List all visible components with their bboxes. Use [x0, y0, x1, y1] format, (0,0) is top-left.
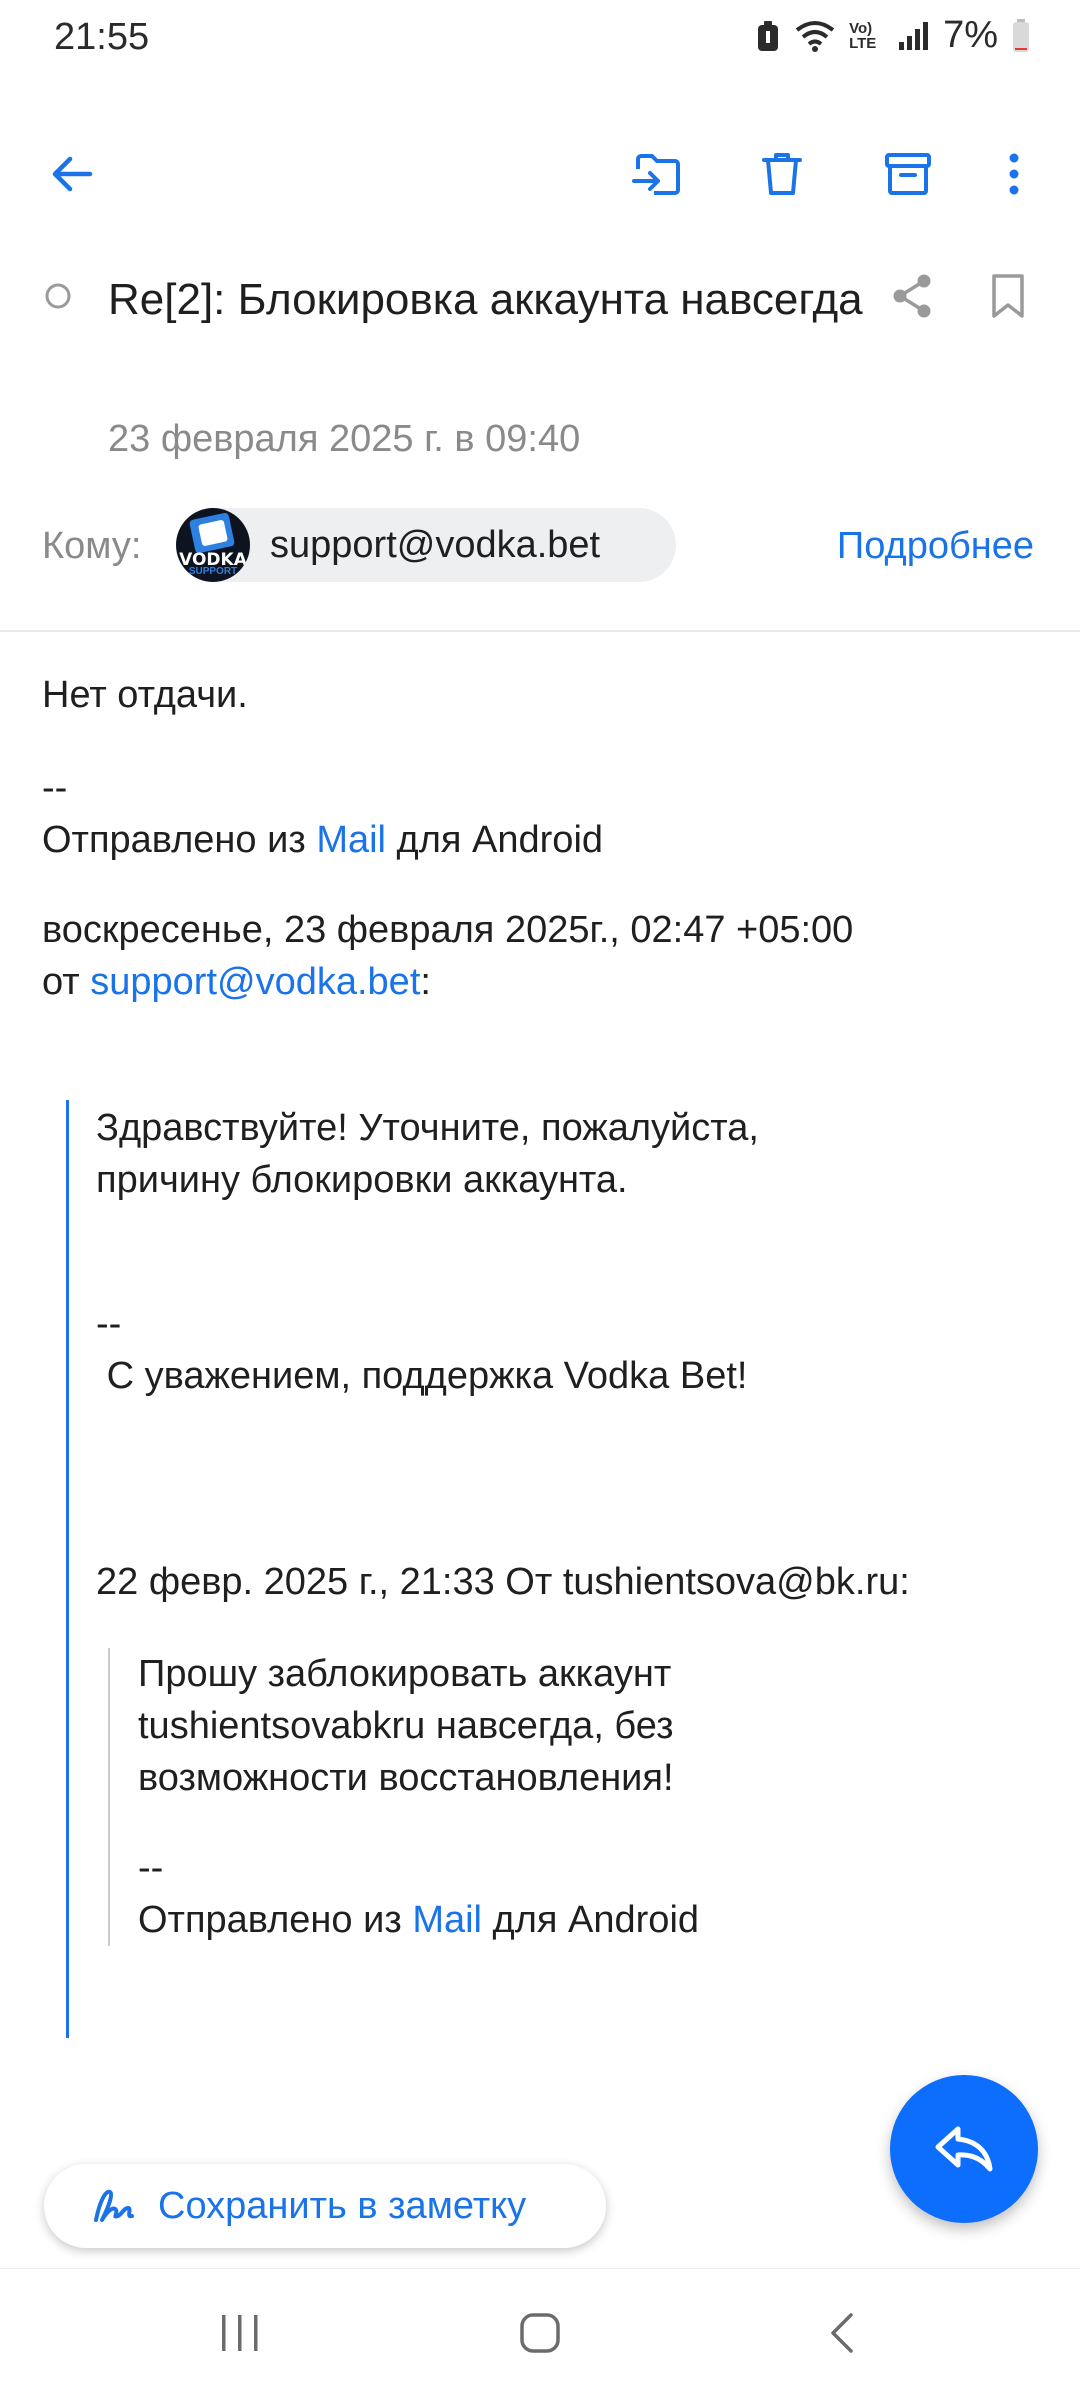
nested-quote-text: Прошу заблокировать аккаунт tushientsova…: [138, 1653, 674, 1799]
reply-header-date: воскресенье, 23 февраля 2025г., 02:47 +0…: [42, 909, 854, 951]
battery-icon: [1013, 18, 1029, 52]
status-icons: Vo) LTE 7%: [755, 14, 1030, 57]
sent-from-line: Отправлено из Mail для Android: [42, 814, 603, 866]
email-date: 23 февраля 2025 г. в 09:40: [108, 418, 581, 460]
quote-dashes: --: [96, 1303, 122, 1345]
quote-text: Здравствуйте! Уточните, пожалуйста, прич…: [96, 1107, 759, 1201]
save-note-button[interactable]: Сохранить в заметку: [44, 2164, 606, 2248]
recent-apps-icon[interactable]: [200, 2298, 280, 2368]
reply-from-colon: :: [420, 961, 431, 1003]
mail-app-link[interactable]: Mail: [316, 819, 386, 861]
nested-quote-dashes: --: [138, 1847, 164, 1889]
nested-sent-from-prefix: Отправлено из: [138, 1899, 413, 1941]
recipient-avatar: VODKA SUPPORT: [176, 508, 250, 582]
sent-from-suffix: для Android: [386, 819, 604, 861]
recipient-chip[interactable]: VODKA SUPPORT support@vodka.bet: [176, 508, 676, 582]
more-vert-icon[interactable]: [982, 142, 1046, 206]
nested-quote-bar: [108, 1648, 110, 1946]
details-link[interactable]: Подробнее: [837, 525, 1034, 568]
reply-from-prefix: от: [42, 961, 91, 1003]
quote-bar: [66, 1100, 69, 2038]
recipient-email: support@vodka.bet: [270, 523, 601, 566]
handwriting-icon: [94, 2189, 134, 2222]
nested-quote-header: 22 февр. 2025 г., 21:33 От tushientsova@…: [96, 1561, 910, 1603]
share-icon[interactable]: [888, 272, 936, 325]
support-email-link[interactable]: support@vodka.bet: [90, 961, 420, 1003]
reply-button[interactable]: [890, 2075, 1038, 2223]
avatar-brand-subtext: SUPPORT: [188, 566, 238, 577]
archive-icon[interactable]: [876, 142, 940, 206]
nested-mail-app-link[interactable]: Mail: [412, 1899, 482, 1941]
move-to-folder-icon[interactable]: [626, 142, 690, 206]
signature-dashes: --: [42, 767, 68, 809]
email-subject: Re[2]: Блокировка аккаунта навсегда: [108, 275, 863, 324]
nested-sent-from-suffix: для Android: [482, 1899, 700, 1941]
wifi-icon: [795, 20, 835, 52]
alarm-icon: [758, 20, 779, 51]
reply-header-from: от support@vodka.bet:: [42, 956, 431, 1008]
battery-percent: 7%: [943, 14, 998, 56]
bookmark-icon[interactable]: [988, 272, 1028, 325]
back-arrow-icon[interactable]: [40, 142, 104, 206]
trash-icon[interactable]: [750, 142, 814, 206]
home-icon[interactable]: [500, 2298, 580, 2368]
to-label: Кому:: [42, 525, 142, 567]
save-note-label: Сохранить в заметку: [158, 2184, 527, 2227]
status-time: 21:55: [54, 16, 150, 58]
message-body: Нет отдачи.: [42, 674, 248, 716]
header-divider: [0, 630, 1080, 632]
unread-toggle-icon[interactable]: [44, 282, 72, 315]
volte-label: Vo) LTE: [849, 19, 877, 52]
signal-icon: [899, 21, 929, 50]
back-nav-icon[interactable]: [802, 2298, 882, 2368]
nested-sent-from-line: Отправлено из Mail для Android: [138, 1894, 699, 1946]
reply-icon: [935, 2126, 993, 2172]
sent-from-prefix: Отправлено из: [42, 819, 317, 861]
quote-signature: С уважением, поддержка Vodka Bet!: [96, 1355, 748, 1397]
